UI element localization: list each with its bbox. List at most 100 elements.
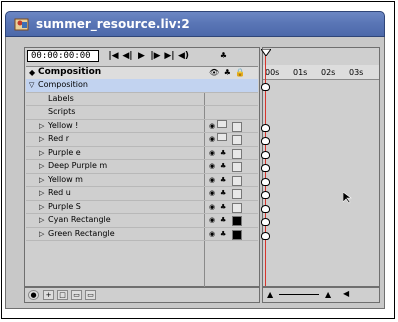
folder-button[interactable]: ▭ bbox=[71, 290, 82, 300]
play-button[interactable]: ▶ bbox=[135, 51, 148, 61]
visibility-icon[interactable]: ◉ bbox=[209, 120, 215, 132]
shy-icon[interactable]: ♣ bbox=[220, 187, 226, 199]
lock-toggle[interactable] bbox=[232, 175, 242, 186]
visibility-icon[interactable]: ◉ bbox=[209, 133, 215, 145]
layer-label: Scripts bbox=[48, 107, 76, 116]
expand-closed-icon[interactable]: ▷ bbox=[39, 174, 44, 186]
playhead[interactable] bbox=[261, 49, 271, 286]
circle-button[interactable]: ● bbox=[28, 290, 39, 300]
keyframe-marker[interactable] bbox=[261, 191, 270, 199]
timeline-ruler[interactable]: 00s 01s 02s 03s bbox=[263, 65, 379, 80]
lock-toggle[interactable] bbox=[232, 189, 242, 199]
layer-label: Red u bbox=[48, 188, 71, 197]
layer-row[interactable]: Scripts bbox=[26, 106, 258, 120]
layer-label: Yellow ! bbox=[48, 120, 79, 130]
window-title: summer_resource.liv:2 bbox=[36, 17, 190, 31]
shy-icon[interactable]: ♣ bbox=[220, 147, 226, 159]
expand-closed-icon[interactable]: ▷ bbox=[39, 120, 44, 132]
show-hide-button[interactable]: ♣ bbox=[217, 51, 230, 61]
layer-label: Cyan Rectangle bbox=[48, 215, 111, 224]
expand-open-icon[interactable]: ▽ bbox=[29, 79, 34, 91]
visibility-icon[interactable]: ◉ bbox=[209, 201, 215, 213]
keyframe-marker[interactable] bbox=[261, 231, 270, 240]
keyframe-marker[interactable] bbox=[261, 150, 270, 159]
shy-icon[interactable]: ♣ bbox=[220, 228, 226, 240]
layer-row[interactable]: ▷ Deep Purple m ◉ ♣ bbox=[26, 160, 258, 174]
layer-header: ◆ Composition 👁 ♣ 🔒 bbox=[26, 66, 258, 80]
scroll-left-icon[interactable]: ◀ bbox=[343, 289, 349, 298]
mouse-cursor-icon bbox=[343, 192, 352, 204]
last-frame-button[interactable]: ▶| bbox=[163, 51, 176, 61]
layer-row[interactable]: ▷ Green Rectangle ◉ ♣ bbox=[26, 228, 258, 241]
layer-row[interactable]: ▷ Purple S ◉ ♣ bbox=[26, 201, 258, 214]
time-tick-label: 00s bbox=[265, 68, 280, 77]
expand-closed-icon[interactable]: ▷ bbox=[39, 160, 44, 172]
shy-icon[interactable]: ♣ bbox=[220, 160, 226, 172]
keyframe-marker[interactable] bbox=[261, 218, 270, 226]
lock-toggle[interactable] bbox=[232, 162, 242, 172]
time-tick-label: 01s bbox=[293, 68, 308, 77]
layer-label: Labels bbox=[48, 93, 74, 103]
zoom-out-icon[interactable]: ▲ bbox=[267, 290, 273, 299]
lock-icon[interactable] bbox=[232, 216, 242, 226]
time-tick-label: 03s bbox=[349, 68, 364, 77]
visibility-icon[interactable]: ◉ bbox=[209, 214, 215, 226]
lock-icon[interactable] bbox=[232, 229, 242, 240]
lock-toggle[interactable] bbox=[232, 121, 242, 132]
app-icon bbox=[14, 18, 29, 31]
layer-row[interactable]: Labels bbox=[26, 93, 258, 106]
shy-icon[interactable]: ♣ bbox=[220, 174, 226, 186]
layer-label: Purple e bbox=[48, 147, 81, 157]
shy-icon[interactable]: ♣ bbox=[220, 201, 226, 213]
first-frame-button[interactable]: |◀ bbox=[107, 51, 120, 61]
visibility-icon[interactable]: ◉ bbox=[209, 160, 215, 172]
timeline-footer: ▲ ▲ ◀ bbox=[262, 287, 380, 303]
lock-toggle[interactable] bbox=[232, 148, 242, 159]
scripts-icon[interactable] bbox=[217, 133, 227, 141]
zoom-slider[interactable] bbox=[279, 294, 319, 295]
layer-list: ▽ Composition Labels Scripts ▷ Yellow ! ◉ ♣ ▷ Red… bbox=[26, 79, 258, 241]
expand-closed-icon[interactable]: ▷ bbox=[39, 133, 44, 145]
keyframe-marker[interactable] bbox=[261, 204, 270, 213]
lock-toggle[interactable] bbox=[232, 202, 242, 213]
expand-closed-icon[interactable]: ▷ bbox=[39, 187, 44, 199]
keyframe-marker[interactable] bbox=[261, 164, 270, 172]
expand-closed-icon[interactable]: ▷ bbox=[39, 147, 44, 159]
expand-closed-icon[interactable]: ▷ bbox=[39, 201, 44, 213]
visibility-icon[interactable]: ◉ bbox=[209, 147, 215, 159]
keyframe-marker[interactable] bbox=[261, 177, 270, 186]
layer-label: Yellow m bbox=[48, 174, 83, 184]
column-icons: 👁 ♣ 🔒 bbox=[209, 68, 247, 77]
visibility-icon[interactable]: ◉ bbox=[209, 228, 215, 240]
lock-toggle[interactable] bbox=[232, 135, 242, 145]
timecode-field[interactable]: 00:00:00:00 bbox=[27, 50, 99, 62]
properties-button[interactable]: □ bbox=[57, 290, 68, 300]
new-button[interactable]: + bbox=[43, 290, 54, 300]
layer-row[interactable]: ▽ Composition bbox=[26, 79, 258, 93]
expand-closed-icon[interactable]: ▷ bbox=[39, 214, 44, 226]
time-tick-label: 02s bbox=[321, 68, 336, 77]
layer-row[interactable]: ▷ Cyan Rectangle ◉ ♣ bbox=[26, 214, 258, 228]
keyframe-marker[interactable] bbox=[261, 83, 270, 91]
keyframe-marker[interactable] bbox=[261, 123, 270, 132]
layer-row[interactable]: ▷ Purple e ◉ ♣ bbox=[26, 147, 258, 160]
layer-row[interactable]: ▷ Yellow m ◉ ♣ bbox=[26, 174, 258, 187]
next-frame-button[interactable]: |▶ bbox=[149, 51, 162, 61]
layer-label: Red r bbox=[48, 134, 70, 143]
visibility-icon[interactable]: ◉ bbox=[209, 187, 215, 199]
trash-button[interactable]: ▭ bbox=[85, 290, 96, 300]
sound-button[interactable]: ◀) bbox=[177, 51, 190, 61]
expand-closed-icon[interactable]: ▷ bbox=[39, 228, 44, 240]
title-bar[interactable]: summer_resource.liv:2 bbox=[5, 11, 385, 37]
layer-panel-footer: ● + □ ▭ ▭ bbox=[24, 287, 260, 303]
shy-icon[interactable]: ♣ bbox=[220, 214, 226, 226]
diamond-icon: ◆ bbox=[29, 68, 36, 77]
layer-label: Purple S bbox=[48, 201, 81, 211]
visibility-icon[interactable]: ◉ bbox=[209, 174, 215, 186]
zoom-in-icon[interactable]: ▲ bbox=[325, 290, 331, 299]
playhead-handle-icon[interactable] bbox=[261, 49, 271, 56]
layer-row[interactable]: ▷ Red u ◉ ♣ bbox=[26, 187, 258, 201]
labels-icon[interactable] bbox=[217, 120, 227, 128]
prev-frame-button[interactable]: ◀| bbox=[121, 51, 134, 61]
keyframe-marker[interactable] bbox=[261, 137, 270, 145]
